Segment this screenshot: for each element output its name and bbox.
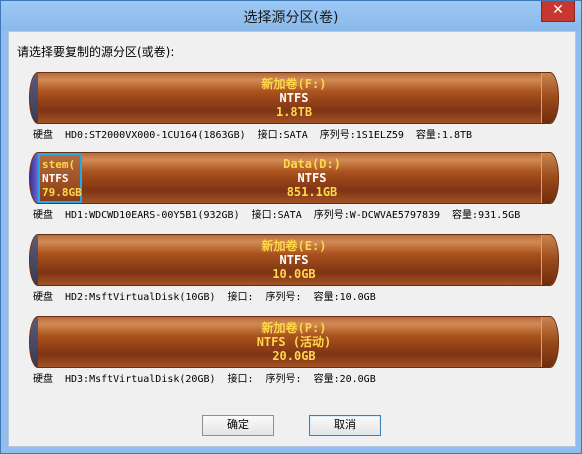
disk-hd3: 新加卷(P:) NTFS (活动) 20.0GB 硬盘 HD3:MsftVirtu… xyxy=(9,316,575,392)
partition-label: stem( NTFS 79.8GB xyxy=(42,158,82,200)
partition-name: 新加卷(F:) xyxy=(261,77,327,91)
disk-interface: 接口:SATA xyxy=(251,210,302,221)
dialog-client: 请选择要复制的源分区(或卷): 新加卷(F:) NTFS 1.8TB 硬盘 HD0… xyxy=(8,31,576,447)
disk-hd1: stem( NTFS 79.8GB Data(D:) NTFS 851.1GB … xyxy=(9,152,575,228)
disk-label: 硬盘 xyxy=(33,210,53,221)
disk-info: 硬盘 HD3:MsftVirtualDisk(20GB) 接口: 序列号: 容量:20.… xyxy=(33,370,388,385)
partition-name: Data(D:) xyxy=(283,157,341,171)
cancel-button[interactable]: 取消 xyxy=(309,415,381,436)
disk-hd0: 新加卷(F:) NTFS 1.8TB 硬盘 HD0:ST2000VX000-1CU… xyxy=(9,72,575,148)
disk-info: 硬盘 HD1:WDCWD10EARS-00Y5B1(932GB) 接口:SATA 序列… xyxy=(33,206,532,221)
disk-hd2: 新加卷(E:) NTFS 10.0GB 硬盘 HD2:MsftVirtualDis… xyxy=(9,234,575,310)
msr-partition xyxy=(30,153,38,203)
partition-size: 851.1GB xyxy=(286,185,338,199)
disk-interface: 接口: xyxy=(227,374,254,385)
partition-fs: NTFS xyxy=(42,172,69,185)
partition-size: 10.0GB xyxy=(272,267,316,281)
partition-f[interactable]: 新加卷(F:) NTFS 1.8TB xyxy=(29,72,559,124)
disk-label: 硬盘 xyxy=(33,292,53,303)
disk-label: 硬盘 xyxy=(33,130,53,141)
dialog-title: 选择源分区(卷) xyxy=(243,10,339,26)
disk-interface: 接口: xyxy=(227,292,254,303)
ok-button[interactable]: 确定 xyxy=(202,415,274,436)
partition-label: 新加卷(P:) NTFS (活动) 20.0GB xyxy=(30,321,558,363)
partition-name: stem( xyxy=(42,158,76,171)
partition-name: 新加卷(E:) xyxy=(261,239,327,253)
partition-size: 79.8GB xyxy=(42,186,82,199)
partition-fs: NTFS xyxy=(279,253,309,267)
partition-fs: NTFS xyxy=(279,91,309,105)
partition-fs: NTFS (活动) xyxy=(256,335,332,349)
disk-id: HD2:MsftVirtualDisk(10GB) xyxy=(65,292,216,303)
partition-label: Data(D:) NTFS 851.1GB xyxy=(82,157,542,199)
disk-capacity: 容量:20.0GB xyxy=(313,374,376,385)
disk-id: HD3:MsftVirtualDisk(20GB) xyxy=(65,374,216,385)
partition-system[interactable]: stem( NTFS 79.8GB xyxy=(38,153,82,203)
partition-label: 新加卷(F:) NTFS 1.8TB xyxy=(30,77,558,119)
disk-capacity: 容量:10.0GB xyxy=(313,292,376,303)
partition-size: 1.8TB xyxy=(275,105,313,119)
close-button[interactable]: ✕ xyxy=(541,1,575,22)
disk-serial: 序列号:1S1ELZ59 xyxy=(319,130,404,141)
disk-info: 硬盘 HD2:MsftVirtualDisk(10GB) 接口: 序列号: 容量:10.… xyxy=(33,288,388,303)
partition-p[interactable]: 新加卷(P:) NTFS (活动) 20.0GB xyxy=(29,316,559,368)
partition-d[interactable]: Data(D:) NTFS 851.1GB xyxy=(82,153,542,203)
disk-interface: 接口:SATA xyxy=(257,130,308,141)
disk-id: HD1:WDCWD10EARS-00Y5B1(932GB) xyxy=(65,210,240,221)
partition-fs: NTFS xyxy=(297,171,327,185)
partition-size: 20.0GB xyxy=(272,349,316,363)
partition-name: 新加卷(P:) xyxy=(261,321,327,335)
disk-serial: 序列号: xyxy=(265,374,302,385)
disk-info: 硬盘 HD0:ST2000VX000-1CU164(1863GB) 接口:SATA 序… xyxy=(33,126,484,141)
partition-label: 新加卷(E:) NTFS 10.0GB xyxy=(30,239,558,281)
disk-id: HD0:ST2000VX000-1CU164(1863GB) xyxy=(65,130,246,141)
bar-cap-right xyxy=(541,153,558,203)
disk-bar-hd1: stem( NTFS 79.8GB Data(D:) NTFS 851.1GB xyxy=(29,152,559,204)
prompt-text: 请选择要复制的源分区(或卷): xyxy=(17,45,175,59)
partition-e[interactable]: 新加卷(E:) NTFS 10.0GB xyxy=(29,234,559,286)
disk-serial: 序列号: xyxy=(265,292,302,303)
dialog-window: 选择源分区(卷) ✕ 请选择要复制的源分区(或卷): 新加卷(F:) NTFS … xyxy=(0,0,582,454)
disk-serial: 序列号:W-DCWVAE5797839 xyxy=(313,210,441,221)
disk-label: 硬盘 xyxy=(33,374,53,385)
disk-capacity: 容量:931.5GB xyxy=(452,210,521,221)
disk-capacity: 容量:1.8TB xyxy=(415,130,473,141)
title-bar[interactable]: 选择源分区(卷) ✕ xyxy=(1,1,581,31)
